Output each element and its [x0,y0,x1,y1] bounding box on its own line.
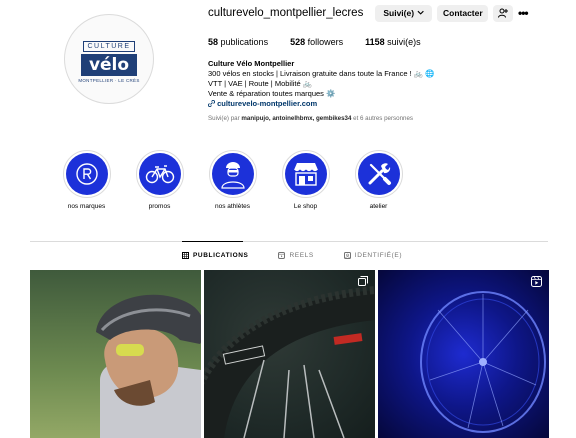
highlight-label: promos [148,203,171,210]
website-link-text: culturevelo-montpellier.com [217,99,318,108]
profile-stats: 58 publications 528 followers 1158 suivi… [208,37,443,47]
website-link[interactable]: culturevelo-montpellier.com [207,99,435,109]
highlight-label: Le shop [293,203,318,210]
grid-icon [182,252,189,259]
carousel-icon [358,276,368,286]
highlight-label: atelier [369,203,388,210]
username: culturevelo_montpellier_lecres [208,7,364,19]
publications-label: publications [220,37,269,47]
post-thumbnail[interactable] [378,270,549,438]
highlight-atelier[interactable]: atelier [342,150,415,210]
highlight-ring [135,150,184,198]
highlight-promos[interactable]: promos [123,150,196,210]
highlight-nos-marques[interactable]: nos marques [50,150,123,210]
tab-label: IDENTIFIÉ(E) [354,252,403,259]
highlight-cover [357,153,400,195]
storefront-icon [293,163,318,186]
post-thumbnail[interactable] [204,270,375,438]
highlight-label: nos athlètes [214,203,251,210]
post-thumbnail[interactable] [30,270,201,438]
more-options-icon[interactable]: ••• [518,6,529,20]
followed-by[interactable]: Suivi(e) par manipujo, antoinelhbmx, gem… [208,115,413,122]
tab-label: PUBLICATIONS [193,252,249,259]
followed-by-prefix: Suivi(e) par [208,115,240,122]
following-count: 1158 [365,37,385,47]
tyre-photo [204,286,375,438]
highlight-label: nos marques [67,203,106,210]
profile-avatar[interactable]: CULTURE vélo MONTPELLIER · LE CRÈS [64,14,154,104]
tab-label: REELS [289,252,314,259]
followed-by-names: manipujo, antoinelhbmx, gembikes34 [241,115,352,122]
highlight-cover [211,153,254,195]
suggest-user-button[interactable] [493,4,514,22]
profile-header: culturevelo_montpellier_lecres Suivi(e) … [208,4,518,22]
add-user-icon [498,8,509,18]
highlight-cover [284,153,327,195]
bio-line-3: Vente & réparation toutes marques ⚙️ [208,89,336,98]
stat-following[interactable]: 1158 suivi(e)s [365,37,421,47]
active-tab-indicator [182,241,243,242]
cyclist-icon [220,162,245,189]
follow-button[interactable]: Suivi(e) [375,4,433,22]
bicycle-icon [145,165,174,184]
cyclist-photo [30,270,201,438]
stat-followers[interactable]: 528 followers [290,37,343,47]
story-highlights: nos marques promos nos athlètes Le shop … [50,150,415,210]
highlight-ring [62,150,111,198]
highlight-le-shop[interactable]: Le shop [269,150,342,210]
highlight-nos-athletes[interactable]: nos athlètes [196,150,269,210]
follow-button-label: Suivi(e) [383,8,415,18]
highlight-ring [208,150,257,198]
registered-icon [75,163,98,185]
posts-grid [30,270,552,438]
stat-publications: 58 publications [208,37,268,47]
tab-reels[interactable]: REELS [278,252,313,259]
profile-tabs: PUBLICATIONS REELS IDENTIFIÉ(E) [182,252,432,259]
following-label: suivi(e)s [387,37,421,47]
logo-velo-text: vélo [81,54,137,76]
tabs-divider [30,241,548,242]
highlight-cover [138,153,181,195]
profile-name: Culture Vélo Montpellier [208,59,295,68]
profile-bio: Culture Vélo Montpellier 300 vélos en st… [207,59,435,109]
reel-icon [531,276,542,287]
culture-velo-logo: CULTURE vélo MONTPELLIER · LE CRÈS [74,35,144,83]
link-icon [207,99,216,108]
highlight-ring [354,150,403,198]
reels-icon [278,252,286,259]
bio-line-1: 300 vélos en stocks | Livraison gratuite… [208,69,435,78]
publications-count: 58 [208,37,219,47]
tab-publications[interactable]: PUBLICATIONS [182,252,248,259]
tools-icon [368,163,391,185]
wheel-photo [420,291,546,433]
contact-button[interactable]: Contacter [437,4,489,22]
followed-by-suffix: et 6 autres personnes [353,115,413,122]
bio-line-2: VTT | VAE | Route | Mobilité 🚲 [208,79,313,88]
tagged-icon [343,252,351,259]
logo-culture-text: CULTURE [83,41,135,52]
tab-tagged[interactable]: IDENTIFIÉ(E) [343,252,403,259]
followers-count: 528 [290,37,306,47]
highlight-cover [65,153,108,195]
followers-label: followers [307,37,344,47]
logo-sub-text: MONTPELLIER · LE CRÈS [78,78,140,83]
chevron-down-icon [417,10,424,15]
highlight-ring [281,150,330,198]
